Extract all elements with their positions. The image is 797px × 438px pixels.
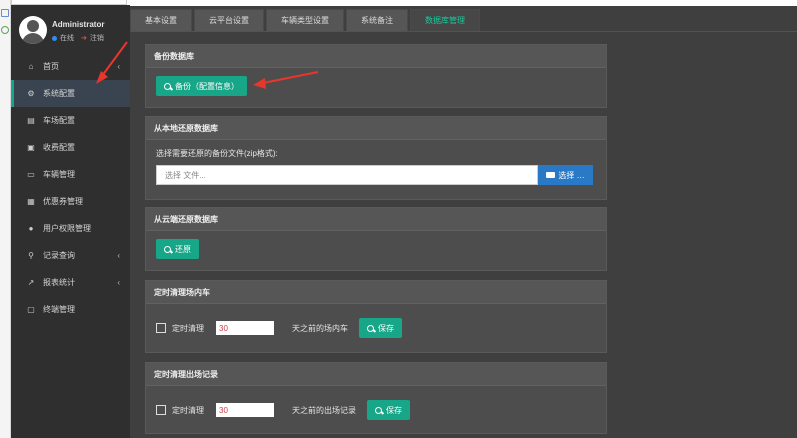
backup-panel: 备份数据库 备份（配置信息） bbox=[145, 44, 607, 108]
sidebar-item-label: 车辆管理 bbox=[43, 170, 75, 179]
restore-cloud-panel: 从云端还原数据库 还原 bbox=[145, 207, 607, 271]
sidebar-nav: ⌂ 首页 ‹ ⚙ 系统配置 ▤ 车场配置 ▣ 收费配置 ▭ 车辆管理 ▦ 优惠券管理 ● 用户权限管理 ⚲ 记录… bbox=[11, 53, 130, 323]
sidebar-item-label: 首页 bbox=[43, 62, 59, 71]
clean-in-panel: 定时清理场内车 定时清理 30 天之前的场内车 保存 bbox=[145, 280, 607, 353]
sidebar-item-label: 记录查询 bbox=[43, 251, 75, 260]
sidebar-item-label: 终端管理 bbox=[43, 305, 75, 314]
chevron-left-icon: ‹ bbox=[117, 62, 120, 71]
history-icon[interactable] bbox=[1, 26, 9, 34]
tab-bar: 基本设置 云平台设置 车辆类型设置 系统备注 数据库管理 bbox=[130, 9, 480, 31]
sidebar-item-label: 车场配置 bbox=[43, 116, 75, 125]
tab-2[interactable]: 车辆类型设置 bbox=[266, 9, 344, 31]
restore-local-title: 从本地还原数据库 bbox=[146, 117, 606, 140]
sidebar-item-label: 用户权限管理 bbox=[43, 224, 91, 233]
top-strip bbox=[127, 0, 797, 6]
clean-out-check-label: 定时清理 bbox=[172, 405, 204, 415]
sidebar-item-label: 报表统计 bbox=[43, 278, 75, 287]
restore-file-label: 选择需要还原的备份文件(zip格式): bbox=[156, 149, 278, 158]
sidebar-item-4[interactable]: ▭ 车辆管理 bbox=[11, 161, 130, 188]
restore-button-label: 还原 bbox=[175, 244, 191, 254]
clean-in-checkbox[interactable] bbox=[156, 323, 166, 333]
avatar bbox=[19, 16, 47, 44]
online-dot-icon bbox=[52, 35, 57, 41]
chevron-left-icon: ‹ bbox=[117, 278, 120, 287]
browser-gutter bbox=[0, 0, 11, 438]
search-icon bbox=[367, 324, 374, 332]
restore-cloud-title: 从云端还原数据库 bbox=[146, 208, 606, 231]
restore-local-panel: 从本地还原数据库 选择需要还原的备份文件(zip格式): 选择 文件... 选择… bbox=[145, 116, 607, 200]
sidebar: Administrator 在线 ➔ 注销 ⌂ 首页 ‹ ⚙ 系统配置 ▤ 车场配置 ▣ 收费配… bbox=[11, 5, 130, 438]
backup-button-label: 备份（配置信息） bbox=[175, 81, 239, 91]
sidebar-item-0[interactable]: ⌂ 首页 ‹ bbox=[11, 53, 130, 80]
user-panel: Administrator 在线 ➔ 注销 bbox=[11, 5, 130, 53]
clean-out-panel: 定时清理出场记录 定时清理 30 天之前的出场记录 保存 bbox=[145, 362, 607, 434]
online-label: 在线 bbox=[60, 35, 74, 42]
choose-file-label: 选择 … bbox=[558, 170, 585, 180]
clean-in-title: 定时清理场内车 bbox=[146, 281, 606, 304]
sidebar-item-label: 优惠券管理 bbox=[43, 197, 83, 206]
tab-4[interactable]: 数据库管理 bbox=[410, 9, 480, 31]
clean-in-check-label: 定时清理 bbox=[172, 323, 204, 333]
home-icon: ⌂ bbox=[28, 62, 34, 71]
car-icon: ▭ bbox=[27, 170, 35, 179]
clean-out-after-label: 天之前的出场记录 bbox=[292, 405, 356, 415]
clean-out-days-input[interactable]: 30 bbox=[216, 403, 274, 417]
search-icon bbox=[375, 406, 382, 414]
file-path-input[interactable]: 选择 文件... bbox=[156, 165, 538, 185]
folder-open-icon bbox=[546, 172, 556, 178]
clean-out-checkbox[interactable] bbox=[156, 405, 166, 415]
clean-in-save-label: 保存 bbox=[378, 323, 394, 333]
monitor-icon: ▢ bbox=[27, 305, 35, 314]
backup-title: 备份数据库 bbox=[146, 45, 606, 68]
user-circle-icon: ● bbox=[28, 224, 34, 233]
clean-out-save-label: 保存 bbox=[386, 405, 402, 415]
line-chart-icon: ↗ bbox=[27, 278, 35, 287]
clean-in-after-label: 天之前的场内车 bbox=[292, 323, 348, 333]
sidebar-item-2[interactable]: ▤ 车场配置 bbox=[11, 107, 130, 134]
clean-out-title: 定时清理出场记录 bbox=[146, 363, 606, 386]
calendar-icon: ▦ bbox=[27, 197, 35, 206]
money-icon: ▣ bbox=[27, 143, 35, 152]
search-icon bbox=[164, 82, 171, 90]
chevron-left-icon: ‹ bbox=[117, 251, 120, 260]
logout-link[interactable]: 注销 bbox=[90, 33, 104, 43]
restore-button[interactable]: 还原 bbox=[156, 239, 199, 259]
user-name: Administrator bbox=[52, 20, 105, 29]
sidebar-item-6[interactable]: ● 用户权限管理 bbox=[11, 215, 130, 242]
bookmark-icon[interactable] bbox=[1, 9, 9, 17]
sidebar-item-5[interactable]: ▦ 优惠券管理 bbox=[11, 188, 130, 215]
search-icon: ⚲ bbox=[28, 251, 34, 260]
clean-in-save-button[interactable]: 保存 bbox=[359, 318, 402, 338]
clean-out-save-button[interactable]: 保存 bbox=[367, 400, 410, 420]
sidebar-item-7[interactable]: ⚲ 记录查询 ‹ bbox=[11, 242, 130, 269]
sidebar-item-1[interactable]: ⚙ 系统配置 bbox=[11, 80, 130, 107]
backup-button[interactable]: 备份（配置信息） bbox=[156, 76, 247, 96]
tab-divider bbox=[130, 31, 797, 32]
user-status: 在线 ➔ 注销 bbox=[52, 33, 104, 43]
sidebar-item-9[interactable]: ▢ 终端管理 bbox=[11, 296, 130, 323]
choose-file-button[interactable]: 选择 … bbox=[538, 165, 593, 185]
sidebar-item-8[interactable]: ↗ 报表统计 ‹ bbox=[11, 269, 130, 296]
search-icon bbox=[164, 245, 171, 253]
sidebar-item-label: 系统配置 bbox=[43, 89, 75, 98]
sidebar-item-label: 收费配置 bbox=[43, 143, 75, 152]
logout-icon[interactable]: ➔ bbox=[81, 34, 87, 42]
clean-in-days-input[interactable]: 30 bbox=[216, 321, 274, 335]
tab-3[interactable]: 系统备注 bbox=[346, 9, 408, 31]
tab-1[interactable]: 云平台设置 bbox=[194, 9, 264, 31]
tab-0[interactable]: 基本设置 bbox=[130, 9, 192, 31]
gears-icon: ⚙ bbox=[27, 89, 35, 98]
sidebar-item-3[interactable]: ▣ 收费配置 bbox=[11, 134, 130, 161]
document-icon: ▤ bbox=[27, 116, 35, 125]
